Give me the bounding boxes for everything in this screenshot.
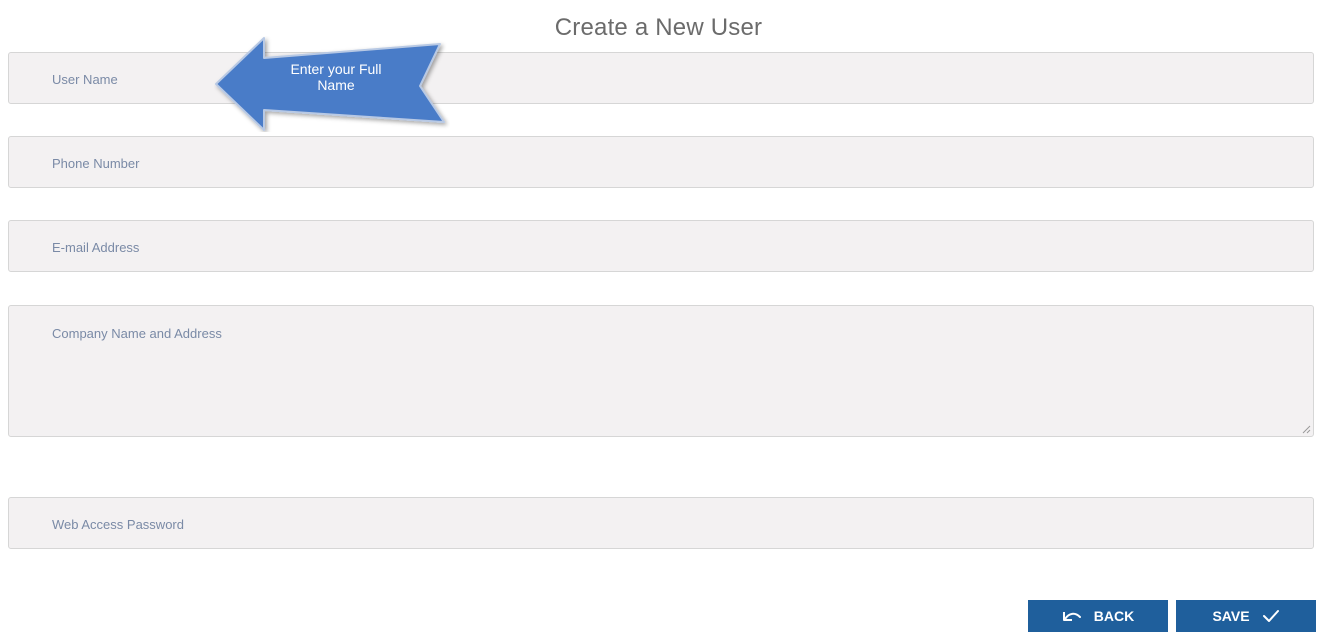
resize-grip-icon[interactable] <box>1302 425 1311 434</box>
save-button[interactable]: SAVE <box>1176 600 1316 632</box>
company-name-address-textarea[interactable]: Company Name and Address <box>8 305 1314 437</box>
user-name-placeholder: User Name <box>52 72 118 87</box>
email-address-input[interactable]: E-mail Address <box>8 220 1314 272</box>
back-button-label: BACK <box>1093 608 1135 624</box>
create-user-page: Create a New User User Name Phone Number… <box>0 0 1317 632</box>
phone-number-input[interactable]: Phone Number <box>8 136 1314 188</box>
save-button-label: SAVE <box>1212 608 1250 624</box>
email-address-placeholder: E-mail Address <box>52 240 140 255</box>
undo-icon <box>1062 612 1081 621</box>
phone-number-placeholder: Phone Number <box>52 156 140 171</box>
web-access-password-placeholder: Web Access Password <box>52 517 184 532</box>
web-access-password-input[interactable]: Web Access Password <box>8 497 1314 549</box>
page-title: Create a New User <box>554 14 763 41</box>
back-button[interactable]: BACK <box>1028 600 1168 632</box>
company-name-address-placeholder: Company Name and Address <box>52 326 222 341</box>
check-icon <box>1262 610 1279 622</box>
user-name-input[interactable]: User Name <box>8 52 1314 104</box>
callout-text: Enter your Full Name <box>290 61 382 93</box>
